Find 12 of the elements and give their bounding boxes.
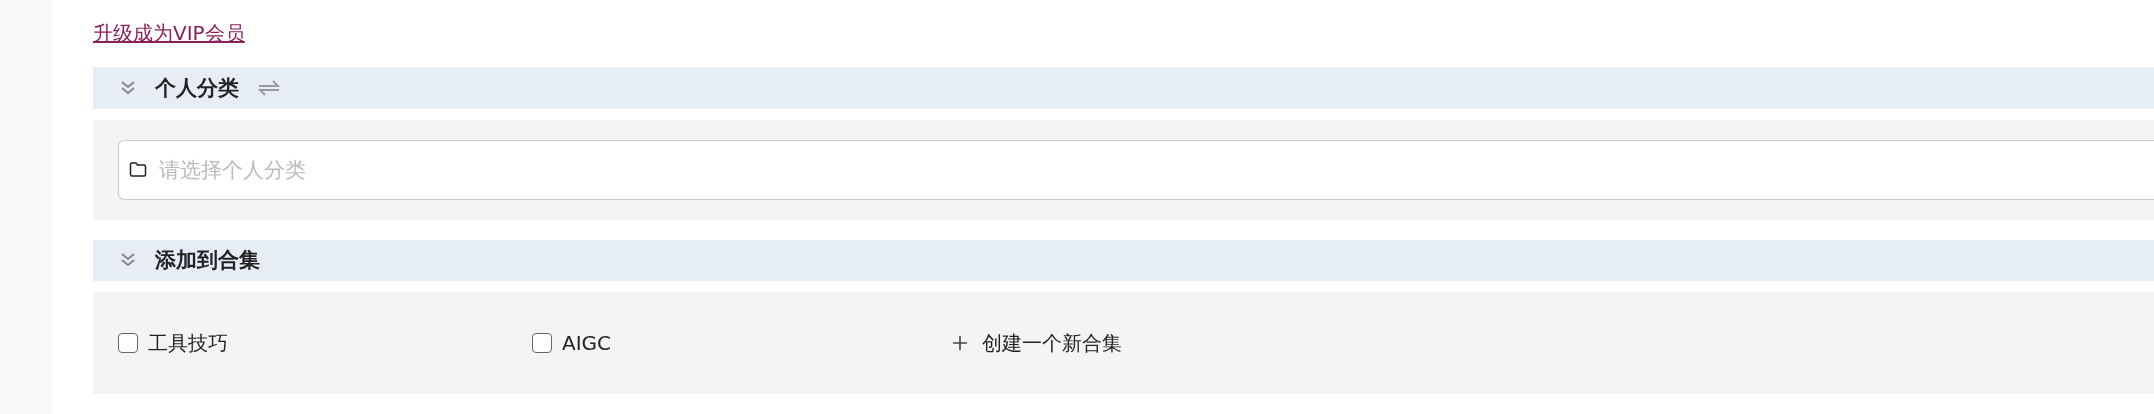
section-header[interactable]: 添加到合集 xyxy=(93,239,2154,281)
create-collection-button[interactable]: 创建一个新合集 xyxy=(952,329,1122,357)
section-title: 个人分类 xyxy=(155,74,239,102)
double-chevron-icon[interactable] xyxy=(119,78,137,97)
section-title: 添加到合集 xyxy=(155,247,260,275)
category-select-field[interactable]: 请选择个人分类 xyxy=(118,139,2154,200)
upgrade-link[interactable]: 升级成为VIP会员 xyxy=(93,18,245,48)
collection-checkbox[interactable]: 工具技巧 xyxy=(118,329,532,357)
plus-icon xyxy=(952,335,968,351)
section-header[interactable]: 个人分类 xyxy=(93,67,2154,109)
collection-checkbox[interactable]: AIGC xyxy=(532,331,952,355)
swap-icon[interactable] xyxy=(257,78,281,97)
